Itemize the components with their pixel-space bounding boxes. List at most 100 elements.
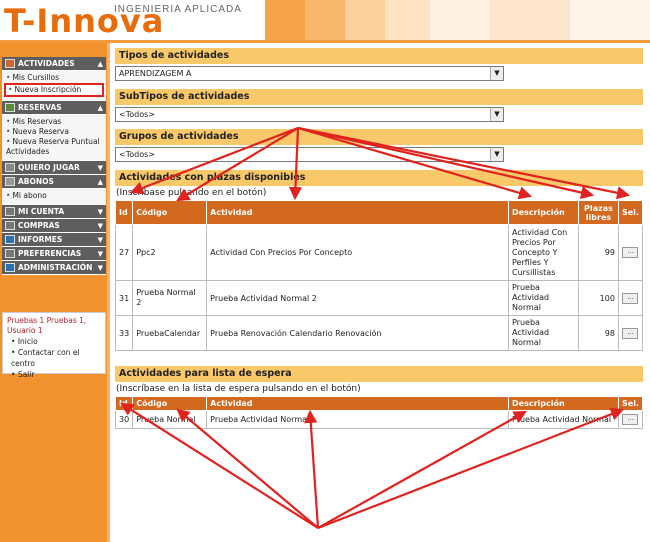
col-codigo: Código xyxy=(132,200,208,225)
dropdown-arrow-icon: ▼ xyxy=(490,108,503,121)
calendar-icon xyxy=(5,59,15,68)
chevron-up-icon: ▲ xyxy=(97,59,103,68)
disponibles-table: Id Código Actividad Descripción Plazas l… xyxy=(114,200,644,351)
tipos-select[interactable]: APRENDIZAGEM A ▼ xyxy=(115,66,504,81)
col-actividad: Actividad xyxy=(206,396,510,411)
header-decor-block xyxy=(305,0,345,40)
cell-plazas: 100 xyxy=(577,280,619,316)
subtipos-select[interactable]: <Todos> ▼ xyxy=(115,107,504,122)
sidebar-section-mi-cuenta[interactable]: MI CUENTA ▼ xyxy=(2,205,106,219)
cell-actividad: Actividad Con Precios Por Concepto xyxy=(206,224,509,281)
select-button[interactable]: ... xyxy=(622,292,639,304)
dropdown-arrow-icon: ▼ xyxy=(490,67,503,80)
sidebar-section-label: PREFERENCIAS xyxy=(18,248,82,258)
chevron-down-icon: ▼ xyxy=(97,207,103,216)
sidebar-item-nueva-inscripcion[interactable]: • Nueva Inscripción xyxy=(4,83,104,97)
sidebar-section-label: COMPRAS xyxy=(18,220,60,230)
sidebar-section-label: ADMINISTRACIÓN xyxy=(18,262,93,272)
col-actividad: Actividad xyxy=(206,200,509,225)
left-column-edge xyxy=(107,43,110,542)
subtipos-title: SubTipos de actividades xyxy=(115,89,643,105)
col-codigo: Código xyxy=(132,396,208,411)
sidebar-item-label: Mis Cursillos xyxy=(12,73,60,82)
table-row: 30 Prueba Normal Prueba Actividad Normal… xyxy=(114,410,644,429)
sidebar-item-mis-reservas[interactable]: • Mis Reservas xyxy=(2,117,106,127)
user-panel: Pruebas 1 Pruebas 1, Usuario 1 • Inicio … xyxy=(2,312,106,379)
espera-hint: (Inscríbase en la lista de espera pulsan… xyxy=(116,384,361,394)
sidebar-section-abonos[interactable]: ABONOS ▲ xyxy=(2,175,106,189)
header-decor-block xyxy=(430,0,490,40)
header-decor-block xyxy=(345,0,385,40)
sidebar-section-label: RESERVAS xyxy=(18,102,62,112)
grid-icon xyxy=(5,103,15,112)
link-salir[interactable]: • Salir xyxy=(7,369,101,380)
cell-id: 30 xyxy=(114,410,134,429)
cell-codigo: PruebaCalendar xyxy=(132,315,208,351)
link-label: Contactar con el centro xyxy=(11,348,80,368)
select-button[interactable]: ... xyxy=(622,247,639,258)
table-header-row: Id Código Actividad Descripción Sel. xyxy=(114,396,644,411)
sidebar-item-label: Mis Reservas xyxy=(12,117,62,126)
sidebar-section-reservas[interactable]: RESERVAS ▲ xyxy=(2,101,106,115)
sidebar-section-label: QUIERO JUGAR xyxy=(18,162,80,172)
sidebar-section-label: INFORMES xyxy=(18,234,63,244)
sidebar-item-mi-abono[interactable]: • Mi abono xyxy=(2,191,106,201)
sidebar-section-administracion[interactable]: ADMINISTRACIÓN ▼ xyxy=(2,261,106,275)
cell-id: 31 xyxy=(114,280,134,316)
disponibles-title: Actividades con plazas disponibles xyxy=(115,170,643,186)
cell-descripcion: Actividad Con Precios Por Concepto Y Per… xyxy=(507,224,579,281)
sidebar-items-actividades: • Mis Cursillos • Nueva Inscripción xyxy=(2,71,106,101)
sidebar-item-nueva-reserva-puntual[interactable]: • Nueva Reserva Puntual Actividades xyxy=(2,137,106,157)
bullet-icon: • xyxy=(6,137,11,146)
grupos-select[interactable]: <Todos> ▼ xyxy=(115,147,504,162)
sidebar-section-actividades[interactable]: ACTIVIDADES ▲ xyxy=(2,57,106,71)
dropdown-arrow-icon: ▼ xyxy=(490,148,503,161)
header-decor-block xyxy=(570,0,650,40)
cell-id: 33 xyxy=(114,315,134,351)
bullet-icon: • xyxy=(6,117,11,126)
sidebar-items-reservas: • Mis Reservas • Nueva Reserva • Nueva Rese… xyxy=(2,115,106,161)
disponibles-hint: (Inscríbase pulsando en el botón) xyxy=(116,188,267,198)
logo-tagline: INGENIERIA APLICADA xyxy=(114,4,242,15)
cell-descripcion: Prueba Actividad Normal xyxy=(508,410,619,429)
sidebar-item-mis-cursillos[interactable]: • Mis Cursillos xyxy=(2,73,106,83)
user-icon xyxy=(5,207,15,216)
sidebar-section-preferencias[interactable]: PREFERENCIAS ▼ xyxy=(2,247,106,261)
cell-plazas: 99 xyxy=(577,224,619,281)
chevron-down-icon: ▼ xyxy=(97,163,103,172)
sidebar-section-label: ACTIVIDADES xyxy=(18,58,75,68)
cell-actividad: Prueba Renovación Calendario Renovación xyxy=(206,315,509,351)
chevron-down-icon: ▼ xyxy=(97,263,103,272)
bullet-icon: • xyxy=(6,73,11,82)
cell-sel: ... xyxy=(617,224,644,281)
sidebar-section-quiero-jugar[interactable]: QUIERO JUGAR ▼ xyxy=(2,161,106,175)
cell-id: 27 xyxy=(114,224,134,281)
select-button[interactable]: ... xyxy=(622,414,639,425)
cell-descripcion: Prueba Actividad Normal xyxy=(507,315,579,351)
link-contactar[interactable]: • Contactar con el centro xyxy=(7,347,101,369)
sidebar-item-nueva-reserva[interactable]: • Nueva Reserva xyxy=(2,127,106,137)
espera-table: Id Código Actividad Descripción Sel. 30 … xyxy=(114,396,644,429)
sidebar-section-informes[interactable]: INFORMES ▼ xyxy=(2,233,106,247)
annotation-arrow xyxy=(317,410,527,529)
select-value: <Todos> xyxy=(119,110,155,119)
cell-plazas: 98 xyxy=(577,315,619,351)
cell-codigo: Prueba Normal 2 xyxy=(132,280,208,316)
cell-sel: ... xyxy=(617,280,644,316)
table-row: 31 Prueba Normal 2 Prueba Actividad Norm… xyxy=(114,280,644,316)
annotation-arrow xyxy=(304,409,320,529)
link-inicio[interactable]: • Inicio xyxy=(7,336,101,347)
cell-codigo: Prueba Normal xyxy=(132,410,208,429)
select-value: <Todos> xyxy=(119,150,155,159)
chevron-down-icon: ▼ xyxy=(97,235,103,244)
racket-icon xyxy=(5,163,15,172)
sidebar-section-compras[interactable]: COMPRAS ▼ xyxy=(2,219,106,233)
header: T-Innova INGENIERIA APLICADA xyxy=(0,0,650,43)
select-button[interactable]: ... xyxy=(622,327,639,339)
col-id: Id xyxy=(114,396,134,411)
sidebar-item-label: Nueva Inscripción xyxy=(14,85,82,94)
cell-sel: ... xyxy=(617,315,644,351)
tipos-title: Tipos de actividades xyxy=(115,48,643,64)
table-header-row: Id Código Actividad Descripción Plazas l… xyxy=(114,200,644,225)
cart-icon xyxy=(5,221,15,230)
